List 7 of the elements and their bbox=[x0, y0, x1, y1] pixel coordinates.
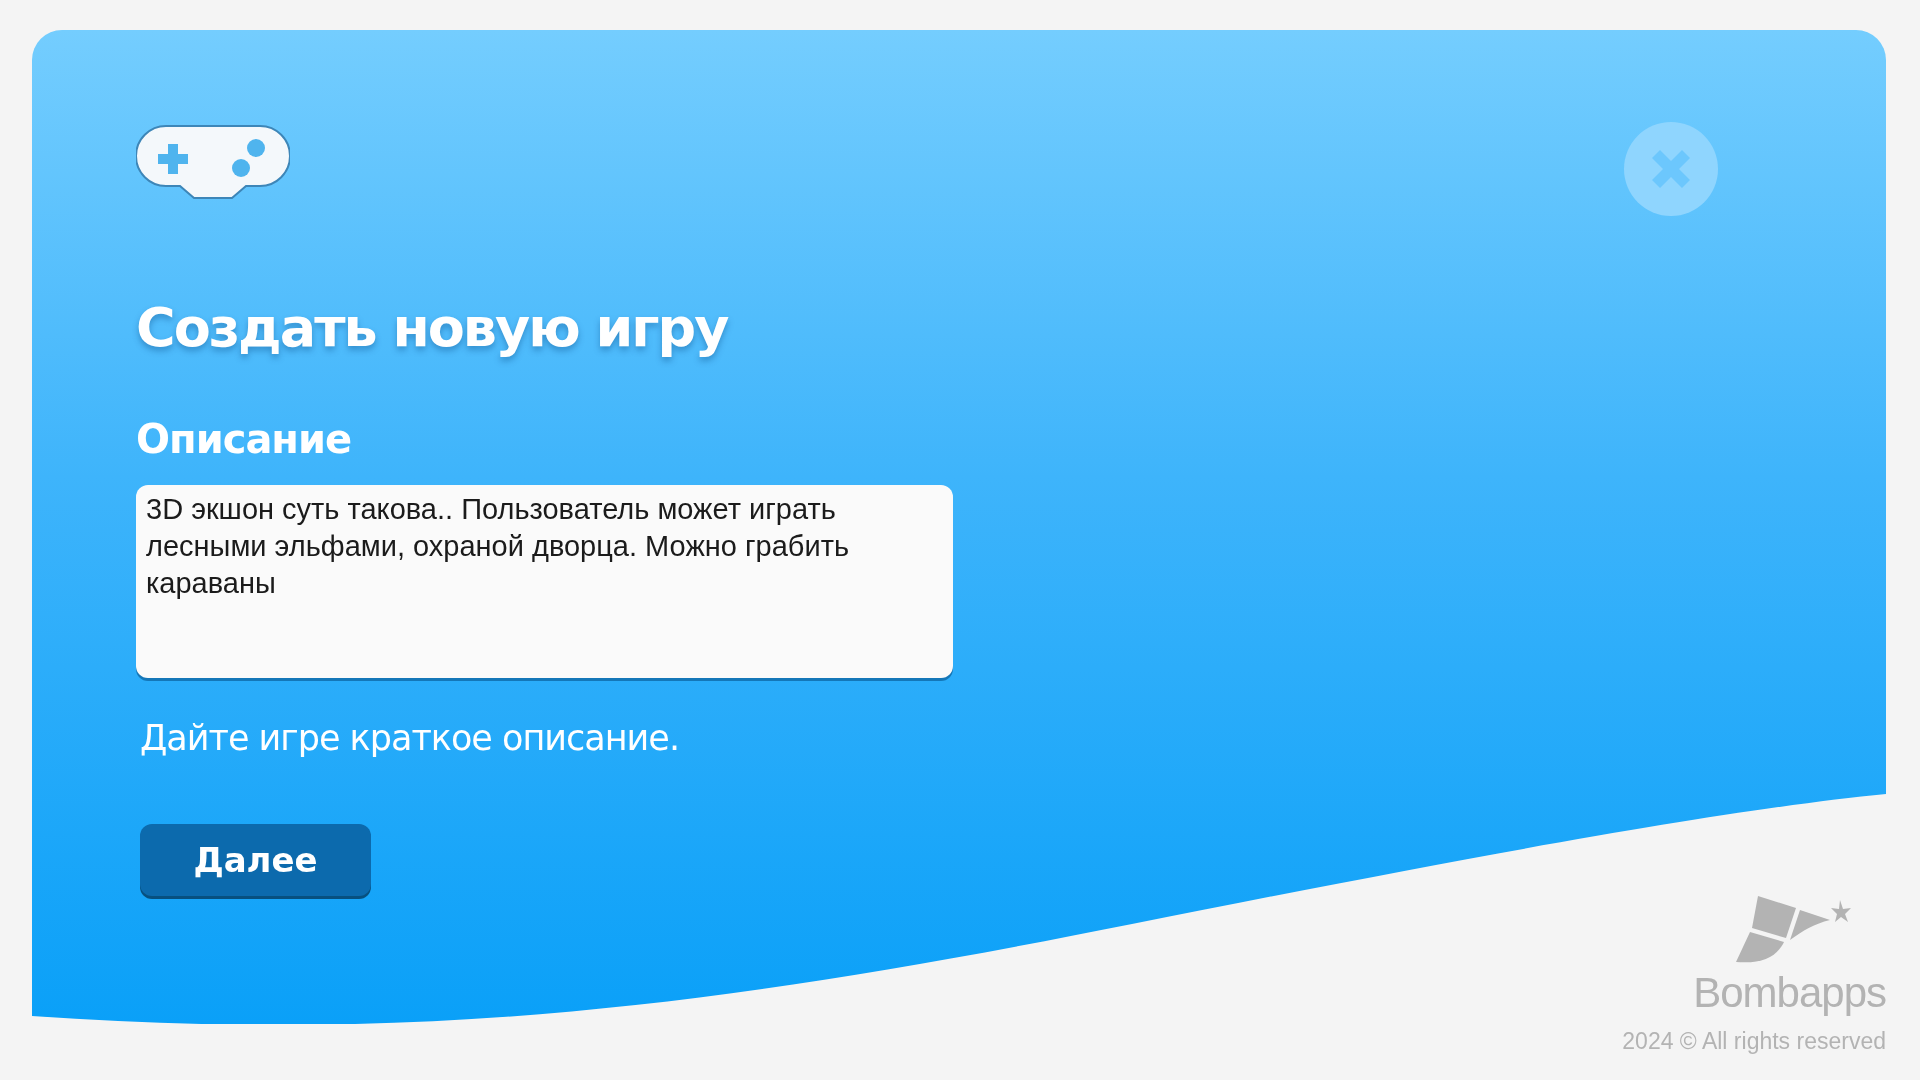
copyright-text: 2024 © All rights reserved bbox=[1622, 1027, 1886, 1056]
field-label: Описание bbox=[136, 414, 353, 464]
hint-text: Дайте игре краткое описание. bbox=[140, 716, 681, 760]
next-button[interactable]: Далее bbox=[140, 824, 371, 897]
page-title: Создать новую игру bbox=[136, 296, 729, 361]
brand-name: Bombapps bbox=[1693, 972, 1886, 1014]
description-field[interactable]: 3D экшон суть такова.. Пользователь может играть лесными эльфами, охраной дворца. Можно грабить караваны bbox=[136, 484, 953, 678]
